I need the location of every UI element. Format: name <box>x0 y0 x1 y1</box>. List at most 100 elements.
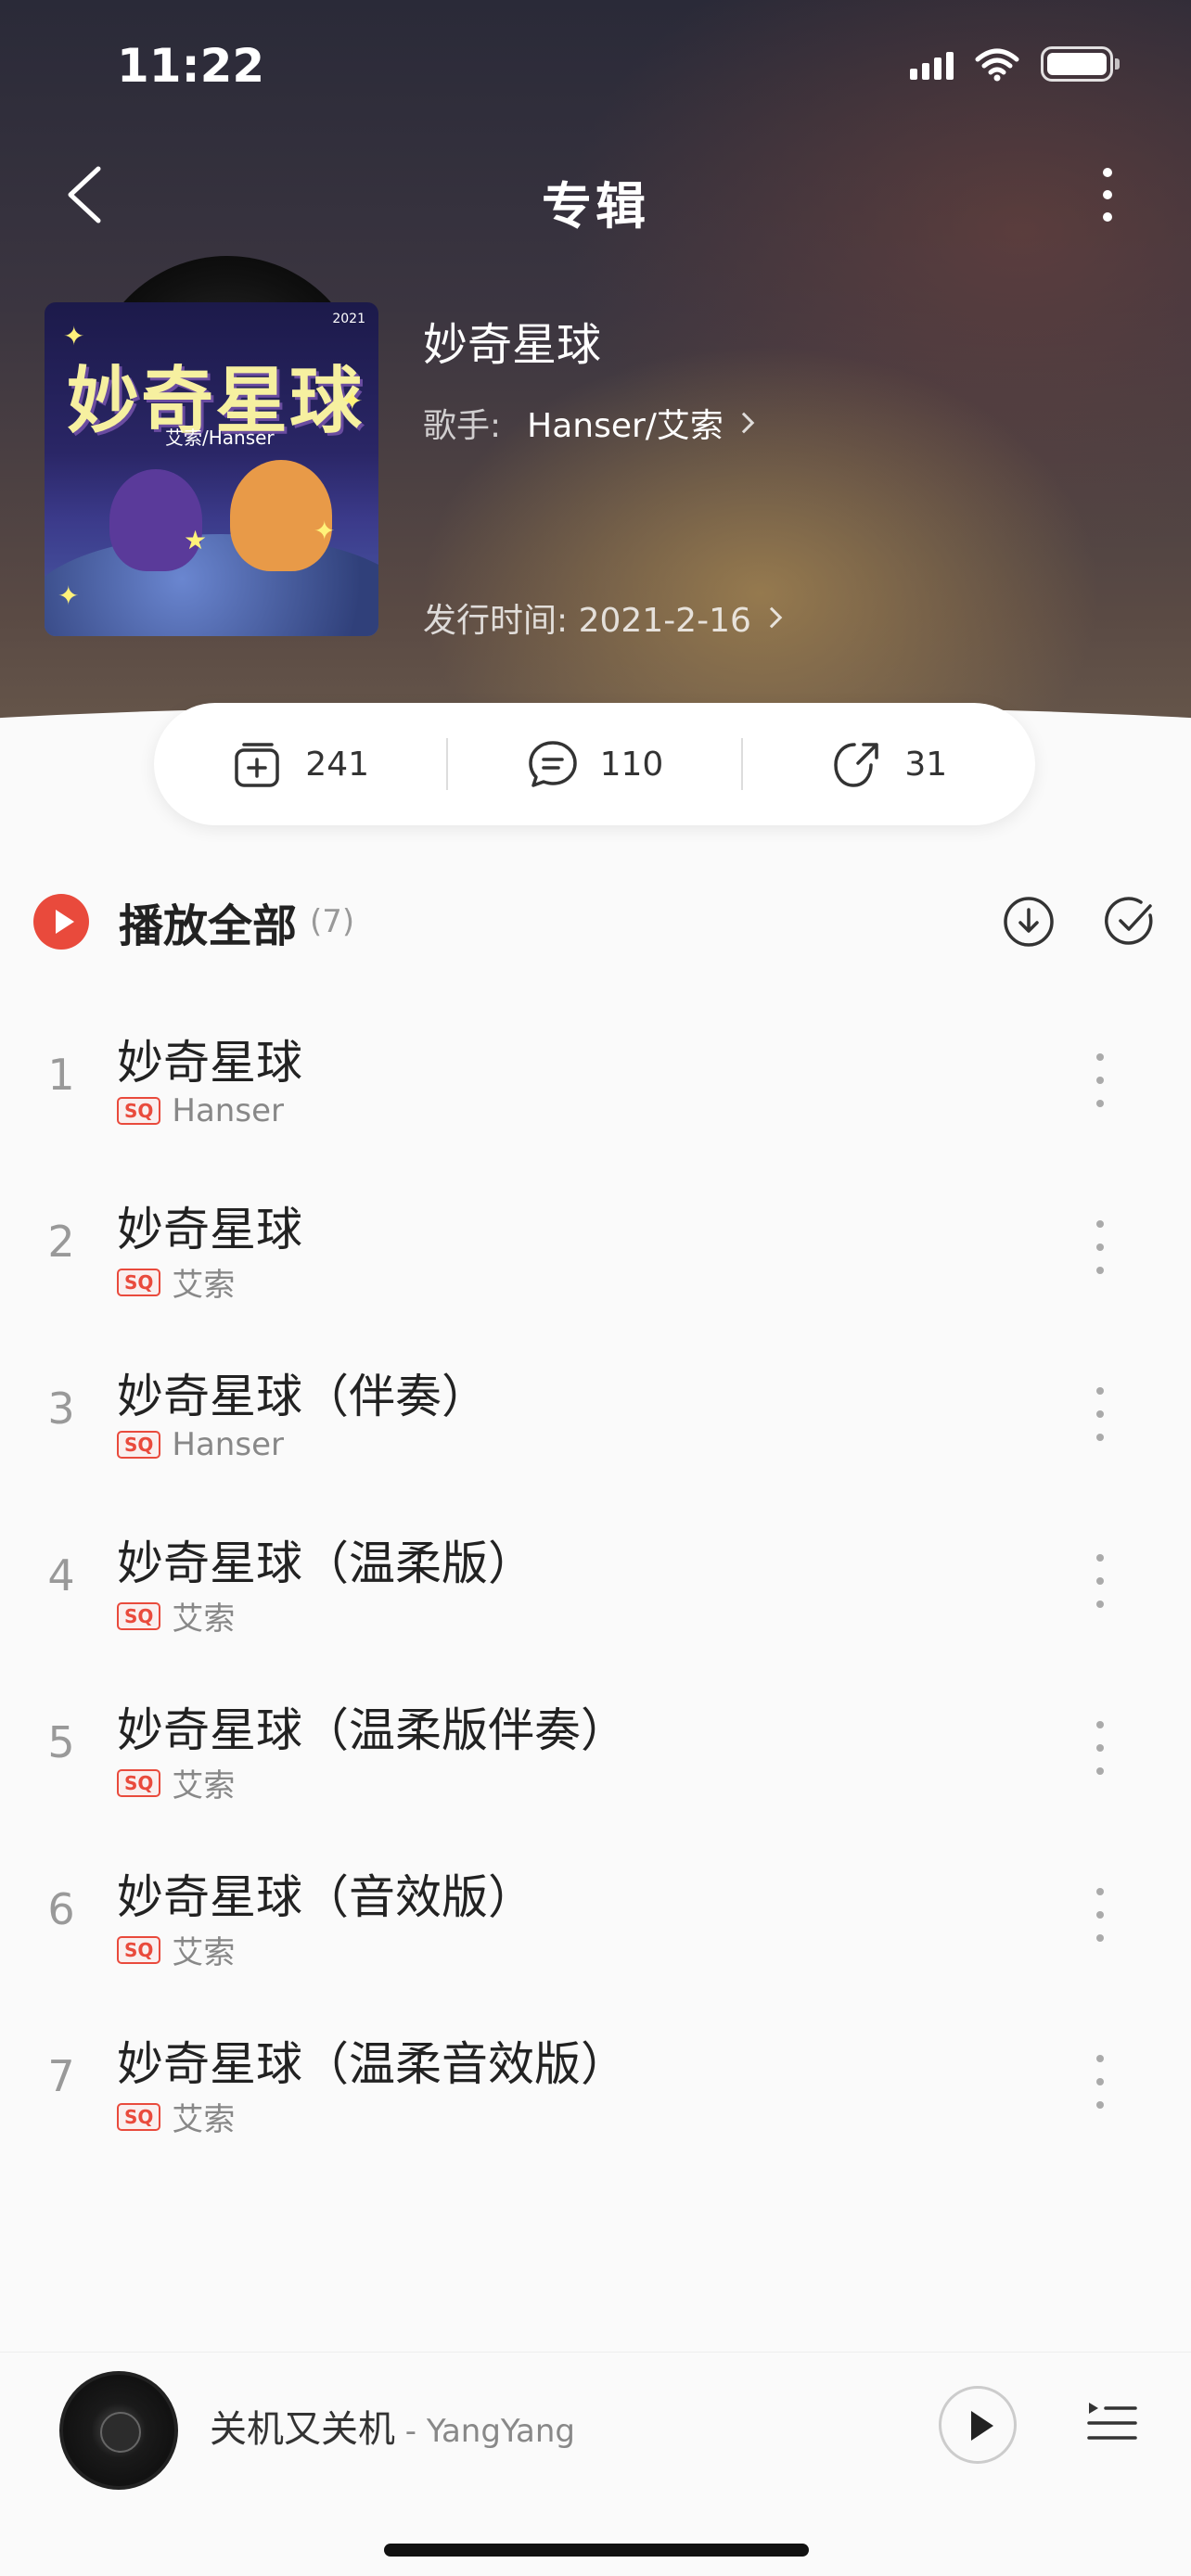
comment-button[interactable]: 110 <box>448 737 740 791</box>
track-title: 妙奇星球（温柔版） <box>117 1537 534 1590</box>
artist-label: 歌手: <box>423 407 502 445</box>
track-meta: SQ 艾索 <box>117 1760 235 1805</box>
cover-star-icon: ✦ <box>341 386 364 416</box>
chevron-right-icon <box>761 606 783 629</box>
share-button[interactable]: 31 <box>743 737 1035 791</box>
track-artist: 艾索 <box>172 1600 236 1638</box>
now-playing-info[interactable]: 关机又关机 - YangYang <box>210 2399 575 2453</box>
track-title: 妙奇星球 <box>117 1203 302 1256</box>
battery-icon <box>1041 46 1120 82</box>
status-bar: 11:22 <box>0 0 1191 130</box>
cover-star-icon: ✦ <box>314 516 336 546</box>
more-vertical-icon[interactable] <box>1082 1048 1119 1113</box>
more-vertical-icon[interactable] <box>1082 2049 1119 2114</box>
track-row[interactable]: 4 妙奇星球（温柔版） SQ 艾索 <box>0 1493 1191 1660</box>
cover-star-icon: ✦ <box>63 321 85 351</box>
track-number: 6 <box>47 1884 75 1934</box>
more-vertical-icon[interactable] <box>1082 1715 1119 1780</box>
track-artist: Hanser <box>172 1092 284 1129</box>
multi-select-icon[interactable] <box>1104 895 1158 949</box>
home-indicator <box>384 2544 809 2557</box>
album-info: 妙奇星球 歌手: Hanser/艾索 <box>423 308 755 447</box>
status-time: 11:22 <box>117 39 265 93</box>
track-artist: Hanser <box>172 1426 284 1463</box>
add-collection-icon <box>235 743 280 787</box>
more-vertical-icon[interactable] <box>1082 1215 1119 1280</box>
artist-link[interactable]: Hanser/艾索 <box>527 399 724 447</box>
cover-subtitle-art: 艾索/Hanser <box>165 427 275 449</box>
play-all-icon[interactable] <box>33 894 89 950</box>
track-artist: 艾索 <box>172 2101 236 2138</box>
more-vertical-icon[interactable] <box>1082 1382 1119 1447</box>
track-number: 1 <box>47 1050 75 1100</box>
quality-badge: SQ <box>117 1768 161 1797</box>
track-meta: SQ Hanser <box>117 1092 284 1129</box>
play-all-actions <box>1002 895 1158 949</box>
album-name: 妙奇星球 <box>423 319 602 371</box>
collect-button[interactable]: 241 <box>154 737 446 791</box>
track-meta: SQ 艾索 <box>117 1927 235 1972</box>
release-row[interactable]: 发行时间: 2021-2-16 <box>423 593 783 642</box>
quality-badge: SQ <box>117 1268 161 1296</box>
play-all-row: 播放全部 (7) <box>33 885 1158 959</box>
comment-icon <box>528 741 577 787</box>
play-all-label[interactable]: 播放全部 <box>119 889 297 954</box>
album-cover[interactable]: 2021 妙奇星球 艾索/Hanser ✦ ✦ ★ ✦ ✦ <box>45 302 378 636</box>
mini-player[interactable]: 关机又关机 - YangYang <box>0 2352 1191 2576</box>
cover-character-cat <box>109 469 202 571</box>
stats-bar: 241 110 31 <box>154 703 1035 825</box>
download-icon[interactable] <box>1002 895 1056 949</box>
now-playing-artist: - YangYang <box>395 2413 575 2450</box>
comment-count: 110 <box>599 745 664 784</box>
artist-row[interactable]: 歌手: Hanser/艾索 <box>423 399 755 447</box>
quality-badge: SQ <box>117 1935 161 1964</box>
collect-count: 241 <box>305 745 370 784</box>
track-meta: SQ 艾索 <box>117 1259 235 1305</box>
track-meta: SQ Hanser <box>117 1426 284 1463</box>
more-vertical-icon[interactable] <box>1082 1882 1119 1947</box>
quality-badge: SQ <box>117 1097 161 1125</box>
share-count: 31 <box>904 745 948 784</box>
track-list: 1 妙奇星球 SQ Hanser 2 妙奇星球 SQ 艾索 3 妙奇星球（伴奏）… <box>0 992 1191 2161</box>
album-page: 11:22 专辑 2021 妙奇星球 艾索/Hanser ✦ ✦ ★ ✦ ✦ 妙… <box>0 0 1191 2576</box>
cover-star-icon: ✦ <box>58 580 80 611</box>
track-meta: SQ 艾索 <box>117 1593 235 1639</box>
cover-year: 2021 <box>332 312 365 326</box>
mini-player-disc[interactable] <box>59 2371 178 2490</box>
track-meta: SQ 艾索 <box>117 2094 235 2139</box>
track-title: 妙奇星球（温柔音效版） <box>117 2037 627 2091</box>
track-row[interactable]: 7 妙奇星球（温柔音效版） SQ 艾索 <box>0 1994 1191 2161</box>
now-playing-title: 关机又关机 <box>210 2408 395 2451</box>
track-title: 妙奇星球 <box>117 1036 302 1090</box>
release-date: 发行时间: 2021-2-16 <box>423 602 751 640</box>
more-vertical-icon[interactable] <box>1082 1549 1119 1613</box>
more-vertical-icon[interactable] <box>1089 158 1126 232</box>
wifi-icon <box>975 48 1019 82</box>
track-number: 4 <box>47 1550 75 1600</box>
quality-badge: SQ <box>117 2102 161 2131</box>
share-icon <box>834 743 879 787</box>
track-count: (7) <box>310 903 355 940</box>
track-row[interactable]: 1 妙奇星球 SQ Hanser <box>0 992 1191 1159</box>
track-artist: 艾索 <box>172 1767 236 1804</box>
track-number: 3 <box>47 1384 75 1434</box>
quality-badge: SQ <box>117 1601 161 1630</box>
track-number: 5 <box>47 1717 75 1767</box>
track-artist: 艾索 <box>172 1267 236 1304</box>
playlist-icon[interactable] <box>1085 2395 1139 2449</box>
track-row[interactable]: 3 妙奇星球（伴奏） SQ Hanser <box>0 1326 1191 1493</box>
cover-planet <box>45 534 378 636</box>
signal-icon <box>910 48 954 80</box>
track-row[interactable]: 6 妙奇星球（音效版） SQ 艾索 <box>0 1827 1191 1994</box>
nav-bar: 专辑 <box>0 139 1191 250</box>
track-row[interactable]: 2 妙奇星球 SQ 艾索 <box>0 1159 1191 1326</box>
track-number: 7 <box>47 2051 75 2101</box>
quality-badge: SQ <box>117 1431 161 1459</box>
track-artist: 艾索 <box>172 1934 236 1971</box>
status-icons <box>910 46 1120 82</box>
track-row[interactable]: 5 妙奇星球（温柔版伴奏） SQ 艾索 <box>0 1660 1191 1827</box>
track-title: 妙奇星球（音效版） <box>117 1870 534 1924</box>
track-number: 2 <box>47 1217 75 1267</box>
chevron-right-icon <box>733 412 755 434</box>
play-button[interactable] <box>939 2386 1017 2464</box>
